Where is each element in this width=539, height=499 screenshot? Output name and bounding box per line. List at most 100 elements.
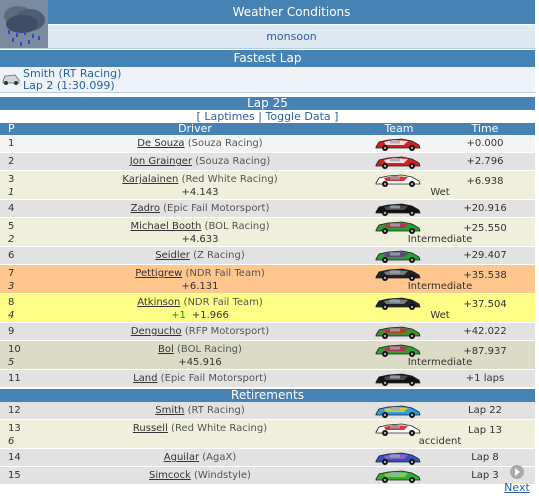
- table-row: 4 Zadro (Epic Fail Motorsport) +20.916: [0, 200, 535, 218]
- team-car-icon: [374, 421, 422, 437]
- team-car-icon: [374, 248, 422, 264]
- driver-cell: Pettigrew (NDR Fail Team): [0, 268, 400, 279]
- table-row: 7 Pettigrew (NDR Fail Team) +35.538 3 +6.131…: [0, 265, 535, 294]
- driver-cell: Smith (RT Racing): [0, 405, 400, 416]
- team-car-icon: [374, 295, 422, 311]
- team-car-icon: [374, 468, 422, 484]
- table-row: 13 Russell (Red White Racing) Lap 13 6 accid…: [0, 420, 535, 449]
- team-name: (Red White Racing): [181, 174, 278, 185]
- table-row: 10 Bol (BOL Racing) +87.937 5 +45.916 Interme…: [0, 341, 535, 370]
- driver-link[interactable]: Karjalainen: [122, 174, 178, 185]
- time-value: Lap 13: [468, 425, 502, 436]
- gap-position: 6: [8, 436, 15, 447]
- table-row: 11 Land (Epic Fail Motorsport) +1 laps: [0, 370, 535, 388]
- driver-link[interactable]: Simcock: [149, 470, 191, 481]
- toggle-data-link[interactable]: Toggle Data: [266, 110, 331, 123]
- driver-link[interactable]: Seidler: [155, 250, 190, 261]
- team-name: (Epic Fail Motorsport): [160, 373, 267, 384]
- header-time: Time: [471, 122, 499, 135]
- driver-cell: Atkinson (NDR Fail Team): [0, 297, 400, 308]
- interval: +4.143: [0, 187, 400, 198]
- team-car-icon: [374, 266, 422, 282]
- table-row: 1 De Souza (Souza Racing) +0.000: [0, 135, 535, 153]
- interval: +45.916: [0, 357, 400, 368]
- team-name: (NDR Fail Team): [185, 268, 265, 279]
- team-name: (AgaX): [202, 452, 237, 463]
- team-name: (Souza Racing): [195, 156, 271, 167]
- time-value: +35.538: [463, 270, 507, 281]
- retirements-title: Retirements: [0, 389, 535, 402]
- interval-value: +4.143: [181, 187, 219, 198]
- driver-link[interactable]: Michael Booth: [131, 221, 202, 232]
- team-name: (RFP Motorsport): [184, 326, 270, 337]
- interval: +4.633: [0, 234, 400, 245]
- team-car-icon: [374, 219, 422, 235]
- weather-panel: Weather Conditions monsoon: [0, 0, 535, 49]
- team-name: (Epic Fail Motorsport): [163, 203, 270, 214]
- table-row: 12 Smith (RT Racing) Lap 22: [0, 402, 535, 420]
- driver-cell: Dengucho (RFP Motorsport): [0, 326, 400, 337]
- table-row: 2 Jon Grainger (Souza Racing) +2.796: [0, 153, 535, 171]
- tyre-type: accident: [418, 436, 462, 447]
- table-row: 15 Simcock (Windstyle) Lap 3: [0, 467, 535, 485]
- driver-link[interactable]: Bol: [158, 344, 174, 355]
- team-name: (NDR Fail Team): [183, 297, 263, 308]
- driver-link[interactable]: Jon Grainger: [130, 156, 192, 167]
- fastest-lap-time: Lap 2 (1:30.099): [23, 79, 115, 92]
- driver-link[interactable]: Smith: [155, 405, 184, 416]
- table-row: 14 Aguilar (AgaX) Lap 8: [0, 449, 535, 467]
- driver-link[interactable]: Pettigrew: [135, 268, 182, 279]
- next-button[interactable]: Next: [502, 465, 532, 494]
- team-name: (BOL Racing): [204, 221, 270, 232]
- team-car-icon: [374, 342, 422, 358]
- tyre-type: Intermediate: [407, 281, 473, 292]
- interval-value: +6.131: [181, 281, 219, 292]
- driver-cell: Zadro (Epic Fail Motorsport): [0, 203, 400, 214]
- driver-cell: De Souza (Souza Racing): [0, 138, 400, 149]
- team-name: (Z Racing): [193, 250, 245, 261]
- time-value: +37.504: [463, 299, 507, 310]
- table-row: 8 Atkinson (NDR Fail Team) +37.504 4 +1 +1.96…: [0, 294, 535, 323]
- team-name: (Windstyle): [194, 470, 251, 481]
- driver-cell: Seidler (Z Racing): [0, 250, 400, 261]
- driver-cell: Russell (Red White Racing): [0, 423, 400, 434]
- team-car-icon: [374, 324, 422, 340]
- table-row: 3 Karjalainen (Red White Racing) +6.938 1 +4…: [0, 171, 535, 200]
- driver-link[interactable]: Zadro: [131, 203, 160, 214]
- time-value: +29.407: [463, 250, 507, 261]
- team-name: (Red White Racing): [171, 423, 268, 434]
- tyre-type: Wet: [430, 187, 450, 198]
- time-value: +42.022: [463, 326, 507, 337]
- driver-link[interactable]: Atkinson: [137, 297, 180, 308]
- driver-link[interactable]: De Souza: [137, 138, 184, 149]
- team-name: (Souza Racing): [187, 138, 263, 149]
- table-row: 9 Dengucho (RFP Motorsport) +42.022: [0, 323, 535, 341]
- driver-cell: Land (Epic Fail Motorsport): [0, 373, 400, 384]
- team-car-icon: [374, 136, 422, 152]
- interval: +1 +1.966: [0, 310, 400, 321]
- team-name: (RT Racing): [187, 405, 245, 416]
- driver-cell: Jon Grainger (Souza Racing): [0, 156, 400, 167]
- tyre-type: Wet: [430, 310, 450, 321]
- retirements-table: 12 Smith (RT Racing) Lap 22 13 Russell (Red …: [0, 402, 535, 485]
- team-car-icon: [374, 172, 422, 188]
- team-car-icon: [374, 201, 422, 217]
- tyre-type: Intermediate: [407, 234, 473, 245]
- table-header: P Driver Team Time: [0, 123, 535, 135]
- bracket-close: ]: [334, 110, 339, 123]
- time-value: +1 laps: [465, 373, 505, 384]
- team-car-icon: [374, 371, 422, 387]
- team-car-icon: [374, 154, 422, 170]
- lap-links: [ Laptimes | Toggle Data ]: [0, 110, 535, 123]
- next-label: Next: [504, 481, 530, 494]
- fastest-lap-title: Fastest Lap: [0, 50, 535, 67]
- positions-gained: +1: [171, 310, 186, 321]
- driver-link[interactable]: Dengucho: [131, 326, 182, 337]
- link-separator: |: [258, 110, 262, 123]
- time-value: +20.916: [463, 203, 507, 214]
- driver-link[interactable]: Russell: [133, 423, 168, 434]
- driver-link[interactable]: Land: [133, 373, 157, 384]
- team-car-icon: [374, 450, 422, 466]
- driver-link[interactable]: Aguilar: [164, 452, 199, 463]
- team-name: (BOL Racing): [177, 344, 242, 355]
